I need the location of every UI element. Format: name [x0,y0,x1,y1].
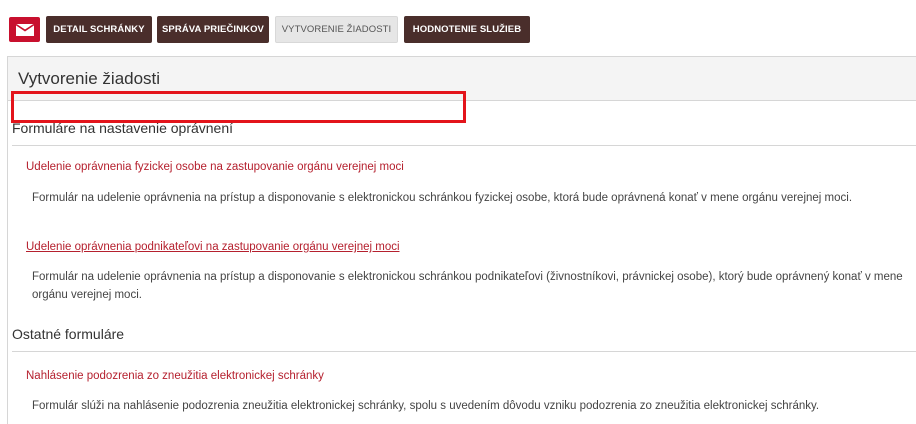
top-navigation: DETAIL SCHRÁNKY SPRÁVA PRIEČINKOV VYTVOR… [0,0,916,52]
section-title-ostatne: Ostatné formuláre [12,326,125,342]
tab-sprava-priecinkov[interactable]: SPRÁVA PRIEČINKOV [157,16,269,43]
page-title: Vytvorenie žiadosti [18,68,161,88]
link-udelenie-podnikatelovi[interactable]: Udelenie oprávnenia podnikateľovi na zas… [26,241,400,253]
description-nahlasenie: Formulár slúži na nahlásenie podozrenia … [32,400,820,412]
tab-detail-schranky[interactable]: DETAIL SCHRÁNKY [46,16,152,43]
section-divider [12,351,916,352]
section-divider [12,145,916,146]
description-podnikatelovi: Formulár na udelenie oprávnenia na príst… [32,271,903,301]
highlight-box [11,91,466,123]
tab-hodnotenie-sluzieb[interactable]: HODNOTENIE SLUŽIEB [404,16,530,43]
link-udelenie-fyzickej-osobe[interactable]: Udelenie oprávnenia fyzickej osobe na za… [26,161,404,173]
tab-vytvorenie-ziadosti[interactable]: VYTVORENIE ŽIADOSTI [275,16,398,43]
mail-envelope-icon[interactable] [9,17,40,42]
link-nahlasenie-podozrenia[interactable]: Nahlásenie podozrenia zo zneužitia elekt… [26,370,324,382]
description-fyzickej-osobe: Formulár na udelenie oprávnenia na príst… [32,192,853,204]
